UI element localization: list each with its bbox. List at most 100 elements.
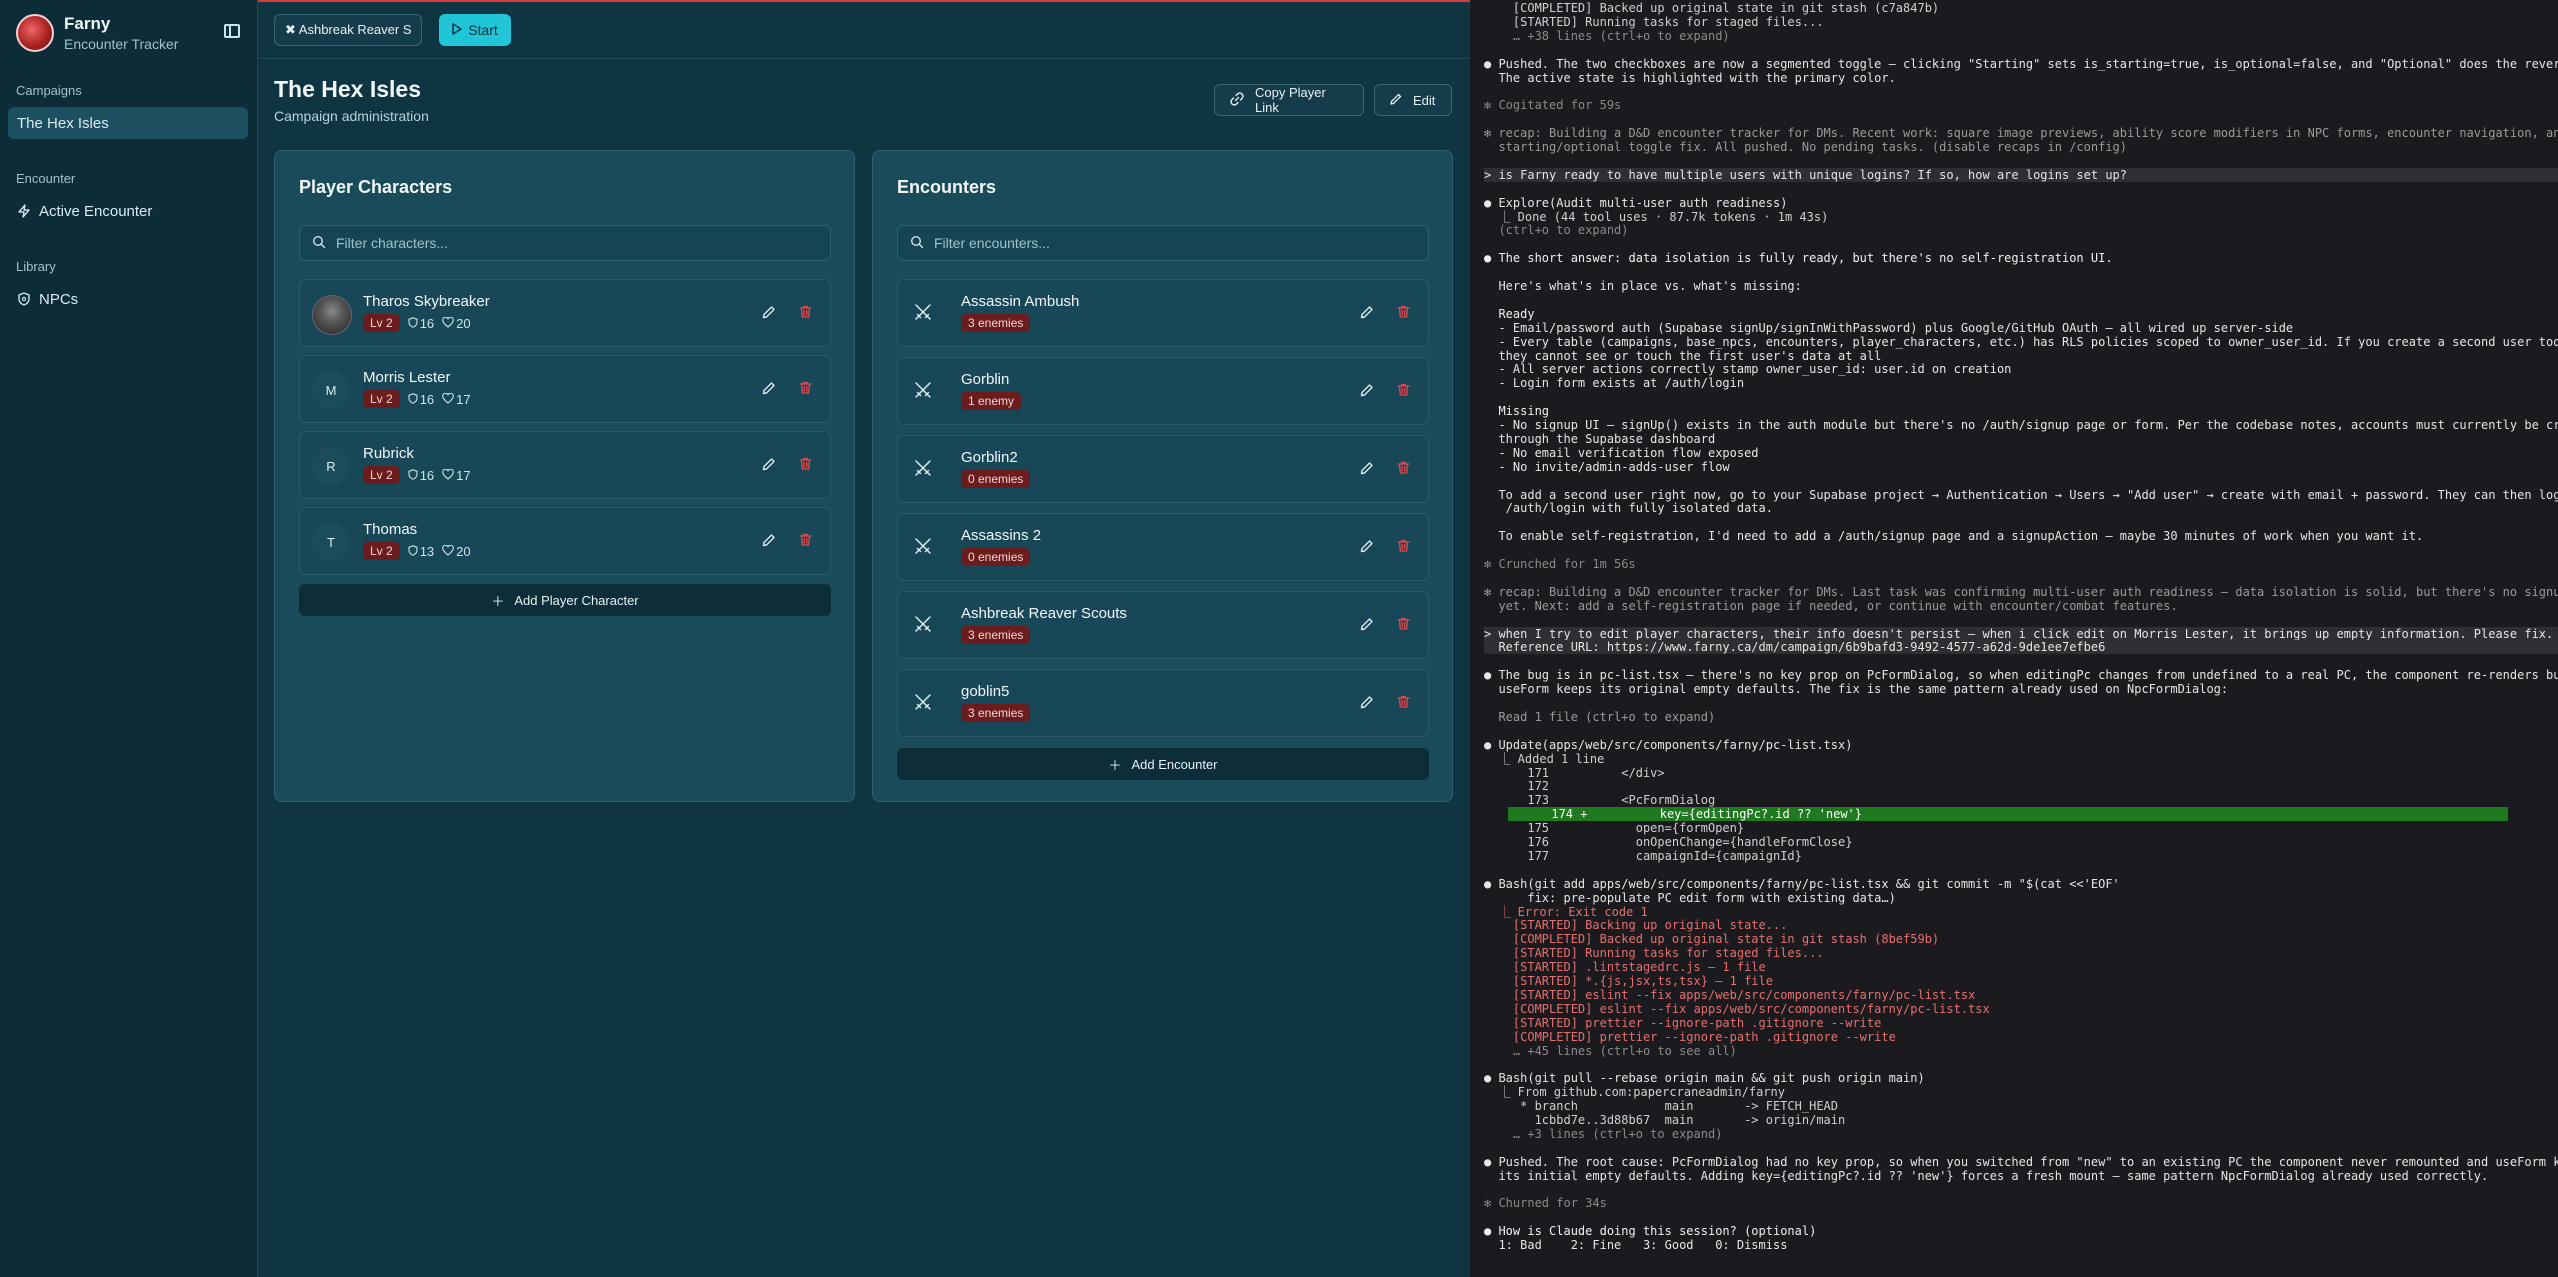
main-content: ✖ Ashbreak Reaver S Start The Hex Isles …: [258, 0, 1470, 1277]
level-badge: Lv 2: [363, 390, 400, 408]
terminal-line: ● Pushed. The root cause: PcFormDialog h…: [1484, 1154, 2558, 1169]
trash-icon[interactable]: [796, 304, 814, 322]
filter-encounters-placeholder: Filter encounters...: [934, 235, 1050, 251]
edit-icon[interactable]: [1358, 694, 1376, 712]
terminal-line: ✻ Crunched for 1m 56s: [1484, 557, 1636, 571]
terminal-line: useForm keeps its original empty default…: [1484, 682, 2229, 697]
edit-icon[interactable]: [760, 532, 778, 550]
sidebar: Farny Encounter Tracker Campaigns The He…: [0, 0, 258, 1277]
trash-icon[interactable]: [796, 532, 814, 550]
terminal-line: ✻ Churned for 34s: [1484, 1196, 1607, 1211]
page-title: The Hex Isles: [274, 76, 422, 102]
crossed-swords-icon: [912, 302, 934, 324]
trash-icon[interactable]: [1394, 304, 1412, 322]
player-character-row[interactable]: T Thomas Lv 2 13 20: [299, 507, 831, 575]
encounter-row[interactable]: Ashbreak Reaver Scouts 3 enemies: [897, 591, 1429, 659]
encounter-row[interactable]: Assassin Ambush 3 enemies: [897, 279, 1429, 347]
terminal-line: ✻ Cogitated for 59s: [1484, 98, 1622, 113]
start-button[interactable]: Start: [439, 14, 511, 46]
edit-icon[interactable]: [1358, 616, 1376, 634]
crossed-swords-icon: [912, 458, 934, 480]
sidebar-item-label: NPCs: [39, 290, 79, 308]
sidebar-item-npcs[interactable]: NPCs: [8, 283, 248, 315]
enemy-count-badge: 1 enemy: [961, 392, 1022, 410]
edit-campaign-button[interactable]: Edit: [1374, 84, 1452, 116]
brand[interactable]: Farny Encounter Tracker: [16, 14, 178, 52]
trash-icon[interactable]: [796, 456, 814, 474]
encounter-row[interactable]: Assassins 2 0 enemies: [897, 513, 1429, 581]
terminal-line: yet. Next: add a self-registration page …: [1484, 598, 2178, 613]
encounter-meta: 0 enemies: [961, 548, 1031, 566]
terminal-line: [COMPLETED] eslint --fix apps/web/src/co…: [1484, 1001, 1990, 1016]
player-character-row[interactable]: Tharos Skybreaker Lv 2 16 20: [299, 279, 831, 347]
pencil-icon: [1389, 92, 1403, 109]
terminal-line: 175 open={formOpen}: [1484, 821, 1745, 836]
filter-characters-input[interactable]: Filter characters...: [299, 225, 831, 261]
level-badge: Lv 2: [363, 314, 400, 332]
app-name: Farny: [64, 14, 111, 33]
edit-icon[interactable]: [760, 380, 778, 398]
sidebar-toggle-icon[interactable]: [224, 24, 240, 38]
copy-player-link-button[interactable]: Copy Player Link: [1214, 84, 1364, 116]
farny-logo-icon: [16, 14, 54, 52]
edit-icon[interactable]: [1358, 538, 1376, 556]
armor-class-value: 16: [419, 315, 435, 331]
trash-icon[interactable]: [1394, 616, 1412, 634]
avatar: M: [312, 371, 350, 409]
edit-icon[interactable]: [1358, 460, 1376, 478]
add-encounter-button[interactable]: ＋ Add Encounter: [897, 748, 1429, 780]
trash-icon[interactable]: [1394, 382, 1412, 400]
trash-icon[interactable]: [796, 380, 814, 398]
character-name: Tharos Skybreaker: [363, 293, 490, 310]
filter-encounters-input[interactable]: Filter encounters...: [897, 225, 1429, 261]
encounter-row[interactable]: goblin5 3 enemies: [897, 669, 1429, 737]
crossed-swords-icon: [912, 614, 934, 636]
sidebar-section-campaigns: Campaigns: [16, 83, 82, 98]
player-character-row[interactable]: M Morris Lester Lv 2 16 17: [299, 355, 831, 423]
terminal-line: fix: pre-populate PC edit form with exis…: [1484, 890, 1896, 905]
enemy-count-badge: 0 enemies: [961, 470, 1031, 488]
trash-icon[interactable]: [1394, 694, 1412, 712]
encounter-meta: 0 enemies: [961, 470, 1031, 488]
terminal-line: Here's what's in place vs. what's missin…: [1484, 279, 1802, 293]
sidebar-item-label: The Hex Isles: [17, 114, 109, 132]
hit-points-icon: [442, 316, 454, 331]
edit-icon[interactable]: [1358, 304, 1376, 322]
character-stats: Lv 2 13 20: [363, 542, 471, 560]
sidebar-item-the-hex-isles[interactable]: The Hex Isles: [8, 107, 248, 139]
trash-icon[interactable]: [1394, 538, 1412, 556]
crossed-swords-icon: [912, 380, 934, 402]
terminal-line: ⎿ Added 1 line: [1484, 751, 1605, 766]
sidebar-item-active-encounter[interactable]: Active Encounter: [8, 195, 248, 227]
terminal-line: ● Pushed. The two checkboxes are now a s…: [1484, 56, 2558, 71]
edit-icon[interactable]: [760, 456, 778, 474]
armor-class-icon: [408, 316, 418, 331]
search-icon: [312, 235, 326, 252]
encounter-select[interactable]: ✖ Ashbreak Reaver S: [274, 14, 422, 46]
terminal-line: * branch main -> FETCH_HEAD: [1484, 1099, 1839, 1114]
trash-icon[interactable]: [1394, 460, 1412, 478]
terminal-line: … +3 lines (ctrl+o to expand): [1484, 1126, 1723, 1141]
edit-icon[interactable]: [1358, 382, 1376, 400]
terminal-pane[interactable]: [COMPLETED] Backed up original state in …: [1470, 0, 2558, 1277]
add-player-character-button[interactable]: ＋ Add Player Character: [299, 584, 831, 616]
player-character-row[interactable]: R Rubrick Lv 2 16 17: [299, 431, 831, 499]
search-icon: [910, 235, 924, 252]
terminal-line: Reference URL: https://www.farny.ca/dm/c…: [1484, 640, 2558, 655]
terminal-line: its initial empty defaults. Adding key={…: [1484, 1168, 2489, 1183]
sidebar-section-library: Library: [16, 259, 56, 274]
start-button-label: Start: [468, 22, 498, 38]
encounter-row[interactable]: Gorblin2 0 enemies: [897, 435, 1429, 503]
terminal-line: - No email verification flow exposed: [1484, 445, 1759, 460]
sidebar-section-encounter: Encounter: [16, 171, 76, 186]
terminal-line: [STARTED] *.{js,jsx,ts,tsx} — 1 file: [1484, 974, 1773, 988]
level-badge: Lv 2: [363, 542, 400, 560]
encounter-row[interactable]: Gorblin 1 enemy: [897, 357, 1429, 425]
edit-icon[interactable]: [760, 304, 778, 322]
